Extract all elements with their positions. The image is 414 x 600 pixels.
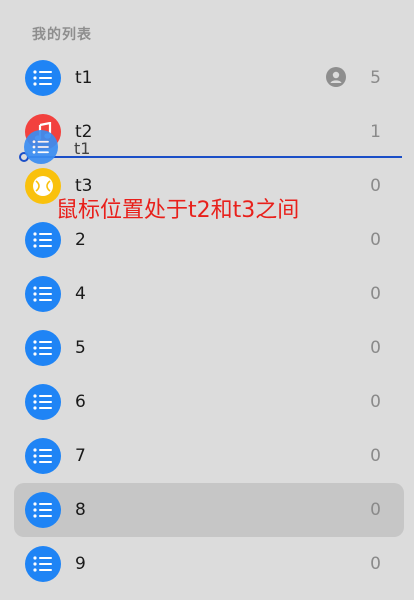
list-count: 0: [370, 554, 381, 574]
list-icon: [25, 330, 61, 366]
list-row-4[interactable]: 4 0: [14, 267, 404, 321]
list-row-t2[interactable]: t2 1: [14, 105, 404, 159]
list-row-7[interactable]: 7 0: [14, 429, 404, 483]
drag-ghost-list-icon[interactable]: [24, 130, 58, 164]
list-count: 0: [370, 392, 381, 412]
list-name: 8: [75, 500, 86, 520]
list-icon: [25, 438, 61, 474]
list-name: t1: [75, 68, 93, 88]
list-icon: [25, 546, 61, 582]
list-count: 0: [370, 230, 381, 250]
list-count: 0: [370, 176, 381, 196]
drag-ghost-label: t1: [74, 139, 91, 158]
list-count: 1: [370, 122, 381, 142]
annotation-text: 鼠标位置处于t2和t3之间: [56, 198, 300, 223]
list-row-5[interactable]: 5 0: [14, 321, 404, 375]
list-row-6[interactable]: 6 0: [14, 375, 404, 429]
list-name: 6: [75, 392, 86, 412]
list-icon: [25, 276, 61, 312]
list-count: 0: [370, 446, 381, 466]
list-count: 0: [370, 284, 381, 304]
list-name: 2: [75, 230, 86, 250]
list-icon: [25, 60, 61, 96]
list-count: 5: [370, 68, 381, 88]
list-icon: [25, 222, 61, 258]
list-count: 0: [370, 338, 381, 358]
list-row-9[interactable]: 9 0: [14, 537, 404, 591]
list-icon: [25, 492, 61, 528]
section-title: 我的列表: [32, 27, 92, 43]
list-count: 0: [370, 500, 381, 520]
list-icon: [25, 384, 61, 420]
list-name: 7: [75, 446, 86, 466]
list-name: 5: [75, 338, 86, 358]
list-name: 4: [75, 284, 86, 304]
list-row-8[interactable]: 8 0: [14, 483, 404, 537]
list-name: 9: [75, 554, 86, 574]
list-row-t1[interactable]: t1 5: [14, 51, 404, 105]
shared-person-icon: [326, 67, 346, 87]
